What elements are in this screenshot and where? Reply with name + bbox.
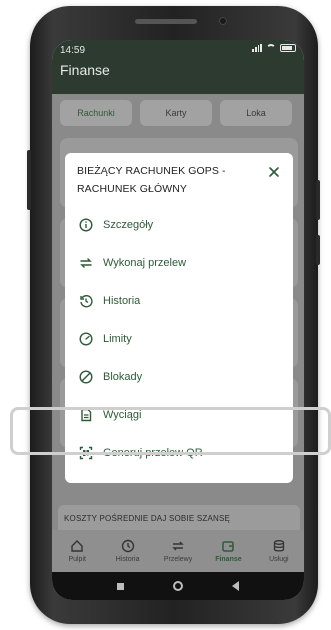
history-icon [121, 539, 134, 553]
nav-label: Przelewy [163, 556, 193, 563]
modal-title: BIEŻĄCY RACHUNEK GOPS - RACHUNEK GŁÓWNY [77, 165, 226, 195]
menu-item-wykonaj-przelew[interactable]: Wykonaj przelew [79, 253, 279, 273]
menu-item-label: Historia [103, 295, 141, 307]
menu-item-label: Szczegóły [103, 219, 154, 231]
bottom-navigation: Pulpit Historia Przelewy Finanse Usługi [52, 530, 304, 572]
menu-item-blokady[interactable]: Blokady [79, 367, 279, 387]
history-icon [80, 295, 93, 308]
battery-icon [280, 44, 296, 52]
side-button [316, 235, 320, 265]
tab-rachunki[interactable]: Rachunki [60, 100, 132, 126]
wallet-icon [222, 541, 235, 552]
back-button[interactable] [232, 581, 240, 591]
nav-item-historia[interactable]: Historia [102, 530, 152, 572]
menu-item-label: Limity [103, 333, 132, 345]
page-title: Finanse [60, 62, 110, 78]
nav-label: Usługi [269, 556, 289, 563]
power-button [316, 180, 320, 220]
nav-item-uslugi[interactable]: Usługi [254, 530, 304, 572]
block-icon [79, 370, 93, 384]
transfer-icon [80, 258, 92, 268]
system-navigation-bar [52, 572, 304, 600]
transfer-icon [172, 541, 184, 551]
menu-item-limity[interactable]: Limity [79, 329, 279, 349]
highlight-frame [10, 407, 331, 455]
menu-item-historia[interactable]: Historia [79, 291, 279, 311]
wifi-icon [266, 44, 276, 52]
signal-icon [252, 44, 262, 52]
status-icons [252, 44, 296, 52]
limits-icon [79, 332, 93, 346]
nav-label: Historia [115, 556, 140, 563]
menu-item-label: Wykonaj przelew [103, 257, 187, 269]
status-time: 14:59 [60, 45, 86, 56]
nav-item-przelewy[interactable]: Przelewy [153, 530, 203, 572]
menu-item-label: Blokady [103, 371, 143, 383]
database-icon [273, 540, 284, 552]
camera-icon [219, 17, 227, 25]
tab-karty[interactable]: Karty [140, 100, 212, 126]
nav-label: Finanse [215, 556, 242, 563]
nav-label: Pulpit [68, 556, 86, 563]
home-icon [71, 540, 83, 552]
account-tabs: Rachunki Karty Loka [52, 100, 292, 126]
info-icon [79, 218, 93, 232]
speaker-grille [135, 19, 197, 24]
recent-apps-button[interactable] [116, 582, 124, 590]
close-icon[interactable] [267, 165, 281, 179]
tab-lokaty[interactable]: Loka [220, 100, 292, 126]
app-header: 14:59 Finanse [52, 40, 304, 94]
menu-item-szczegoly[interactable]: Szczegóły [79, 215, 279, 235]
volume-button [27, 150, 31, 210]
nav-item-finanse[interactable]: Finanse [203, 530, 253, 572]
home-button[interactable] [172, 581, 183, 591]
nav-item-pulpit[interactable]: Pulpit [52, 530, 102, 572]
